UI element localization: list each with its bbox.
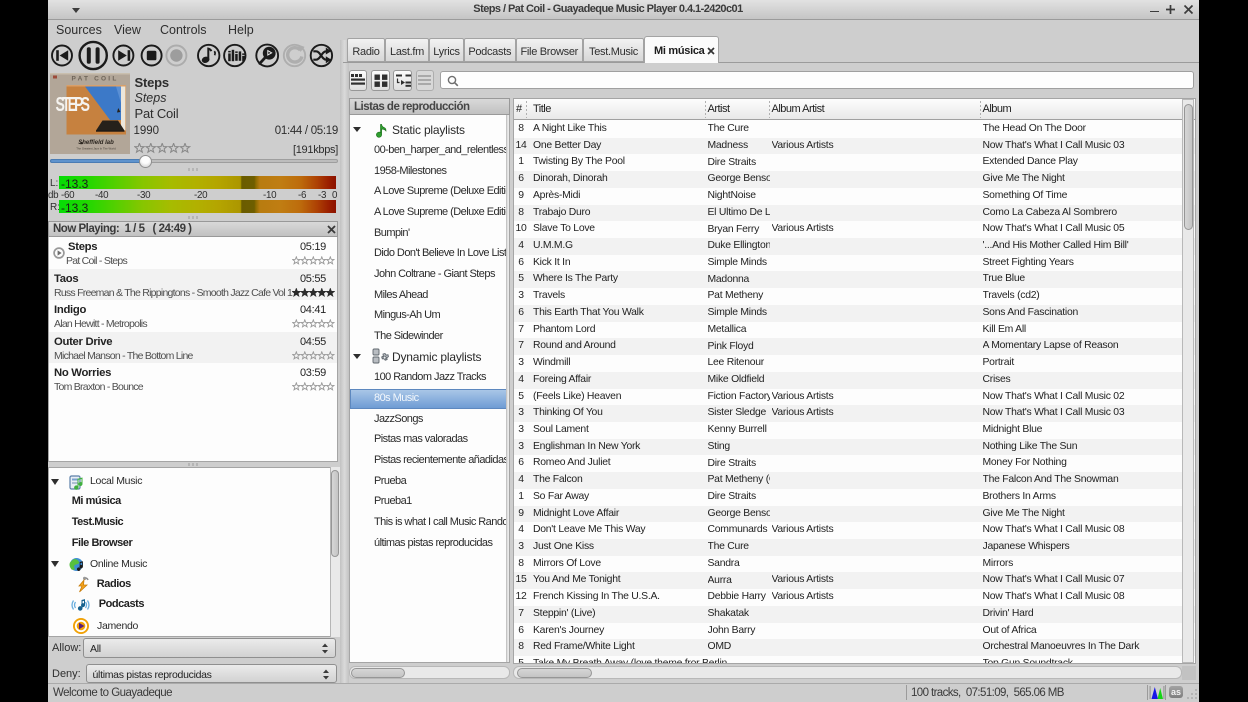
svg-text:STEPS: STEPS <box>56 92 91 115</box>
svg-text:PAT COIL: PAT COIL <box>72 76 119 83</box>
svg-text:■: ■ <box>80 141 83 146</box>
svg-text:Sheffield lab: Sheffield lab <box>78 140 114 146</box>
svg-text:The Greatest Jazz In The World: The Greatest Jazz In The World <box>76 147 116 151</box>
